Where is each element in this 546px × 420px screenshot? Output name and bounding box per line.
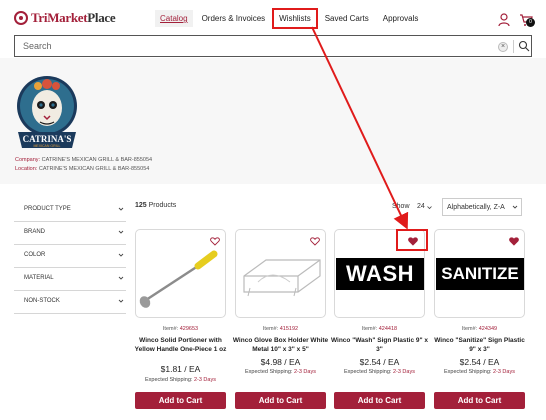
nav-wishlists[interactable]: Wishlists	[272, 8, 318, 29]
shipping-info: Expected Shipping: 2-3 Days	[344, 369, 415, 375]
chevron-down-icon	[118, 299, 124, 303]
product-name[interactable]: Winco "Sanitize" Sign Plastic 9" x 3"	[430, 337, 529, 354]
chevron-down-icon	[118, 230, 124, 234]
search-input[interactable]	[23, 41, 483, 51]
results-count-label: Products	[148, 202, 177, 209]
wishlist-heart-filled-icon[interactable]	[509, 237, 519, 246]
nav-saved-carts[interactable]: Saved Carts	[320, 10, 374, 27]
company-value: CATRINE'S MEXICAN GRILL & BAR-855054	[41, 157, 153, 163]
results-count: 125 Products	[135, 202, 176, 209]
product-image[interactable]: SANITIZE	[434, 229, 525, 318]
add-to-cart-button[interactable]: Add to Cart	[334, 392, 425, 409]
nav-orders-invoices[interactable]: Orders & Invoices	[197, 10, 271, 27]
filter-label: NON-STOCK	[24, 298, 60, 304]
wash-sign-image: WASH	[336, 258, 424, 290]
nav-catalog[interactable]: Catalog	[155, 10, 193, 27]
site-header: TriMarketPlace Catalog Orders & Invoices…	[0, 0, 546, 58]
results-count-number: 125	[135, 202, 147, 209]
product-name[interactable]: Winco Solid Portioner with Yellow Handle…	[131, 337, 230, 354]
product-price: $1.81 / EA	[160, 364, 201, 374]
item-number: Item#: 424418	[361, 326, 398, 332]
company-label: Company:	[15, 157, 41, 163]
item-number: Item#: 429653	[162, 326, 199, 332]
sanitize-sign-image: SANITIZE	[436, 258, 524, 290]
cart-count-badge: 0	[526, 18, 535, 27]
add-to-cart-button[interactable]: Add to Cart	[235, 392, 326, 409]
filter-color[interactable]: COLOR	[14, 245, 126, 268]
brand-name: TriMarketPlace	[31, 10, 116, 25]
search-divider	[513, 40, 514, 53]
results-area: PRODUCT TYPE BRAND COLOR MATERIAL NON-ST…	[14, 192, 546, 420]
clear-icon[interactable]: ×	[498, 42, 508, 52]
search-bar: ×	[14, 35, 532, 57]
filter-product-type[interactable]: PRODUCT TYPE	[14, 199, 126, 222]
wishlist-heart-icon[interactable]	[310, 237, 320, 246]
product-image[interactable]	[135, 229, 226, 318]
brand-logo[interactable]: TriMarketPlace	[14, 10, 116, 26]
filter-non-stock[interactable]: NON-STOCK	[14, 291, 126, 314]
user-icon[interactable]	[498, 13, 510, 27]
item-number: Item#: 415192	[262, 326, 299, 332]
filter-material[interactable]: MATERIAL	[14, 268, 126, 291]
filter-label: COLOR	[24, 252, 46, 258]
add-to-cart-button[interactable]: Add to Cart	[434, 392, 525, 409]
chevron-down-icon	[118, 207, 124, 211]
company-banner: CATRINA'S MEXICAN GRILL Company: CATRINE…	[0, 58, 546, 184]
chevron-down-icon	[118, 253, 124, 257]
chevron-down-icon	[118, 276, 124, 280]
shipping-info: Expected Shipping: 2-3 Days	[444, 369, 515, 375]
company-logo-text: CATRINA'S	[23, 134, 72, 144]
location-label: Location:	[15, 166, 38, 172]
product-price: $4.98 / EA	[260, 357, 301, 367]
show-label: Show	[392, 203, 410, 210]
wishlist-heart-icon[interactable]	[210, 237, 220, 246]
brand-mark-icon	[14, 11, 28, 25]
filter-brand[interactable]: BRAND	[14, 222, 126, 245]
add-to-cart-button[interactable]: Add to Cart	[135, 392, 226, 409]
filter-label: BRAND	[24, 229, 46, 235]
search-icon[interactable]	[518, 40, 530, 52]
company-logo-subtext: MEXICAN GRILL	[33, 144, 60, 148]
chevron-down-icon	[512, 205, 518, 209]
product-name[interactable]: Winco Glove Box Holder White Metal 10" x…	[231, 337, 330, 354]
company-logo: CATRINA'S MEXICAN GRILL	[17, 76, 77, 148]
sort-select[interactable]: Alphabetically, Z-A	[442, 198, 522, 216]
shipping-info: Expected Shipping: 2-3 Days	[145, 377, 216, 383]
shipping-info: Expected Shipping: 2-3 Days	[245, 369, 316, 375]
product-name[interactable]: Winco "Wash" Sign Plastic 9" x 3"	[330, 337, 429, 354]
filter-label: PRODUCT TYPE	[24, 206, 71, 212]
product-price: $2.54 / EA	[459, 357, 500, 367]
main-nav: Catalog Orders & Invoices Wishlists Save…	[155, 8, 427, 29]
location-line: Location: CATRINE'S MEXICAN GRILL & BAR-…	[15, 166, 149, 172]
item-number: Item#: 424349	[461, 326, 498, 332]
annotation-highlight-box	[396, 229, 428, 251]
product-image[interactable]	[235, 229, 326, 318]
filter-label: MATERIAL	[24, 275, 54, 281]
chevron-down-icon	[427, 206, 432, 210]
location-value: CATRINE'S MEXICAN GRILL & BAR-855054	[38, 166, 150, 172]
product-price: $2.54 / EA	[359, 357, 400, 367]
nav-approvals[interactable]: Approvals	[378, 10, 424, 27]
company-line: Company: CATRINE'S MEXICAN GRILL & BAR-8…	[15, 157, 152, 163]
